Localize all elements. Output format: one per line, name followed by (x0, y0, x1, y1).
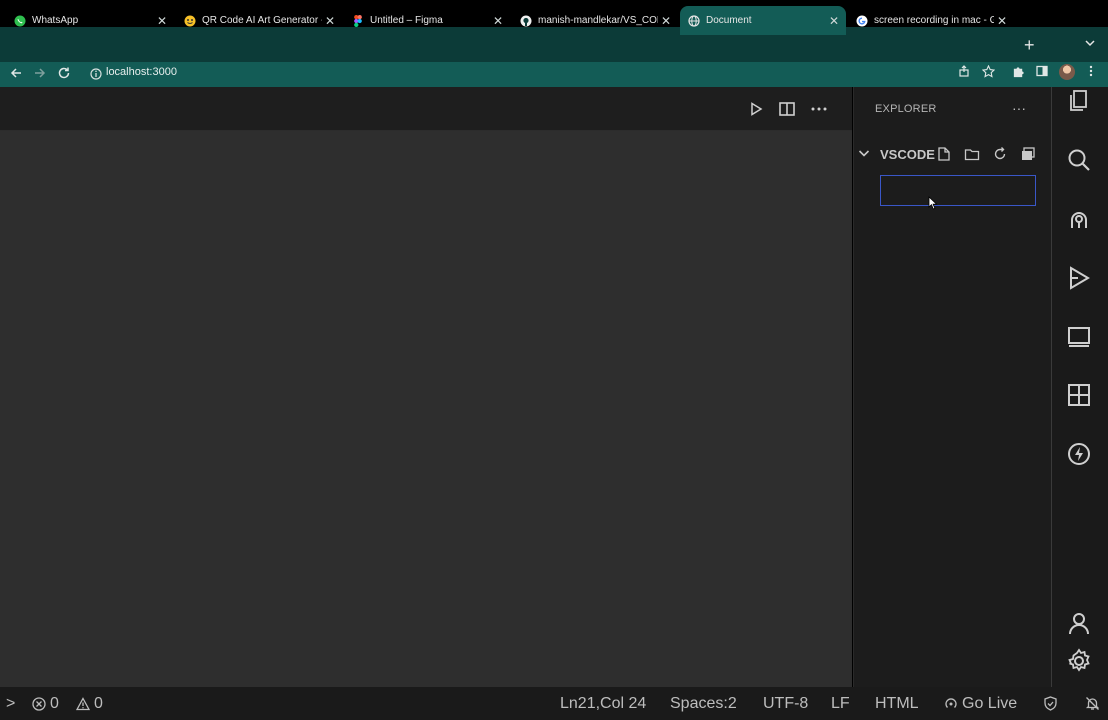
tab-figma[interactable]: Untitled – Figma ✕ (344, 6, 510, 35)
tab-google-search[interactable]: screen recording in mac - G ✕ (848, 6, 1014, 35)
tab-github[interactable]: manish-mandlekar/VS_COD ✕ (512, 6, 678, 35)
github-icon (520, 15, 532, 27)
refresh-icon[interactable] (992, 146, 1008, 162)
end-of-line[interactable]: LF (831, 695, 850, 713)
whatsapp-icon (14, 15, 26, 27)
extensions-grid-icon[interactable] (1066, 382, 1092, 408)
editor-content-area[interactable] (0, 131, 852, 687)
close-tab-icon[interactable]: ✕ (826, 14, 842, 28)
explorer-more-icon[interactable]: ··· (1012, 100, 1026, 116)
source-control-icon[interactable] (1066, 206, 1092, 232)
error-circle-icon (32, 697, 46, 711)
status-bar (0, 687, 1108, 720)
figma-icon (352, 14, 364, 27)
close-tab-icon[interactable]: ✕ (490, 14, 506, 28)
side-panel-icon[interactable] (1034, 65, 1050, 81)
tab-search-chevron-icon[interactable] (1084, 37, 1096, 52)
url-field[interactable]: localhost:3000 (106, 66, 177, 78)
tab-title: Document (706, 15, 752, 26)
new-tab-button[interactable]: + (1024, 35, 1035, 56)
editor-tab-strip (0, 87, 852, 131)
split-editor-icon[interactable] (778, 100, 796, 118)
terminal-prompt[interactable]: > (6, 695, 15, 713)
editor-more-icon[interactable] (810, 100, 828, 118)
explorer-title: EXPLORER (875, 103, 937, 115)
close-tab-icon[interactable]: ✕ (658, 14, 674, 28)
explorer-files-icon[interactable] (1066, 88, 1092, 114)
new-folder-icon[interactable] (964, 146, 980, 162)
account-icon[interactable] (1066, 610, 1092, 636)
tab-title: Untitled – Figma (370, 15, 443, 26)
problems-warnings[interactable]: 0 (76, 695, 103, 713)
settings-gear-icon[interactable] (1066, 648, 1092, 674)
run-play-icon[interactable] (747, 100, 765, 118)
warning-count: 0 (94, 695, 103, 712)
back-arrow-icon[interactable] (8, 66, 24, 82)
new-file-icon[interactable] (936, 146, 952, 162)
mouse-cursor-icon (928, 196, 938, 210)
close-tab-icon[interactable]: ✕ (994, 14, 1010, 28)
globe-icon (688, 14, 700, 27)
collapse-all-icon[interactable] (1020, 146, 1036, 162)
site-info-icon[interactable] (90, 67, 102, 80)
warning-triangle-icon (76, 697, 90, 711)
tab-title: QR Code AI Art Generator - (202, 15, 322, 26)
problems-errors[interactable]: 0 (32, 695, 59, 713)
go-live-button[interactable]: Go Live (944, 695, 1017, 713)
tab-document[interactable]: Document ✕ (680, 6, 846, 35)
file-encoding[interactable]: UTF-8 (763, 695, 808, 713)
tab-title: WhatsApp (32, 15, 79, 26)
shield-check-icon[interactable] (1043, 696, 1062, 711)
broadcast-icon (945, 698, 957, 708)
profile-avatar[interactable] (1059, 64, 1075, 80)
workspace-folder-name[interactable]: VSCODE (880, 147, 940, 162)
tab-qr-code-generator[interactable]: QR Code AI Art Generator - ✕ (176, 6, 342, 35)
tab-title: manish-mandlekar/VS_COD (538, 15, 658, 26)
close-tab-icon[interactable]: ✕ (322, 14, 338, 28)
go-live-label: Go Live (962, 695, 1018, 712)
lightning-icon[interactable] (1066, 441, 1092, 467)
forward-arrow-icon[interactable] (32, 66, 48, 82)
remote-monitor-icon[interactable] (1066, 324, 1092, 350)
search-icon[interactable] (1066, 147, 1092, 173)
language-mode[interactable]: HTML (875, 695, 919, 713)
tab-whatsapp[interactable]: WhatsApp ✕ (6, 6, 174, 35)
indentation-spaces[interactable]: Spaces:2 (670, 695, 737, 713)
tab-title: screen recording in mac - G (874, 15, 994, 26)
kebab-menu-icon[interactable] (1083, 65, 1099, 81)
extensions-puzzle-icon[interactable] (1010, 65, 1026, 81)
cursor-position[interactable]: Ln21,Col 24 (560, 695, 646, 713)
new-item-name-input[interactable] (880, 175, 1036, 206)
google-icon (856, 15, 868, 27)
close-tab-icon[interactable]: ✕ (154, 14, 170, 28)
error-count: 0 (50, 695, 59, 712)
bookmark-star-icon[interactable] (980, 64, 996, 81)
run-and-debug-icon[interactable] (1066, 265, 1092, 291)
chevron-down-icon[interactable] (857, 146, 871, 160)
notifications-muted-bell-icon[interactable] (1085, 696, 1104, 711)
share-icon[interactable] (956, 65, 972, 81)
reload-icon[interactable] (56, 66, 72, 82)
huggingface-icon (184, 15, 196, 27)
